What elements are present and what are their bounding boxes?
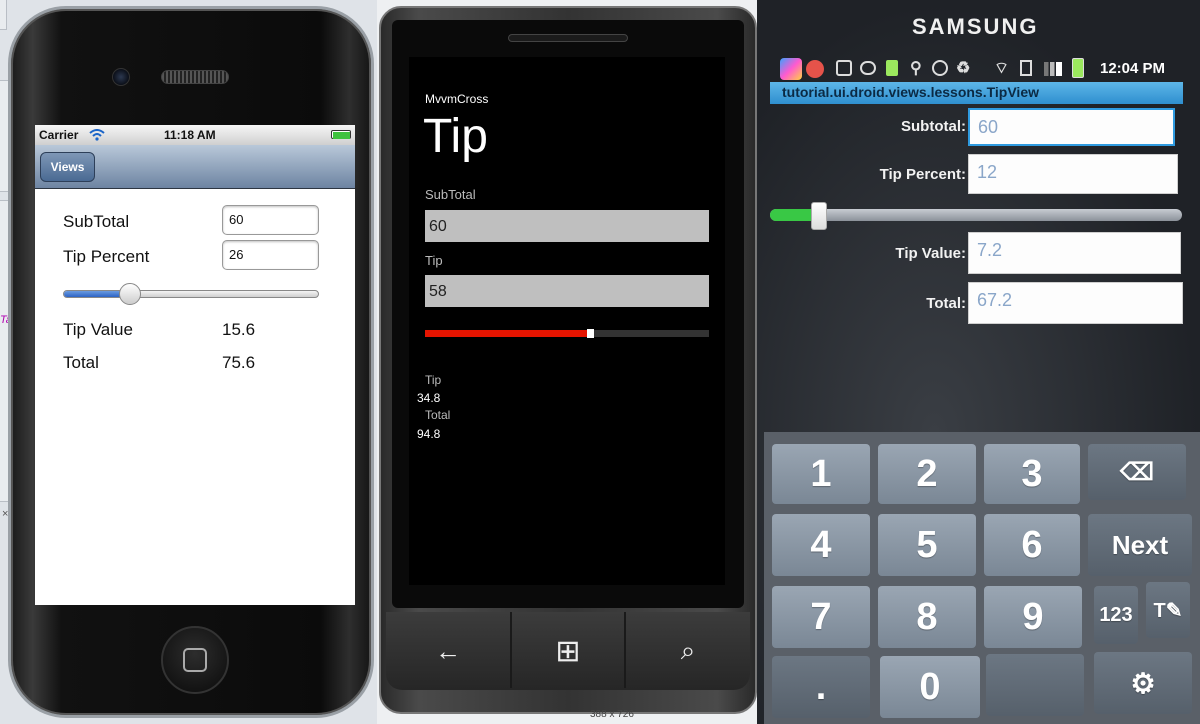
slider-thumb[interactable] xyxy=(586,329,594,338)
next-button[interactable]: Next xyxy=(1088,514,1192,576)
key-1[interactable]: 1 xyxy=(772,444,870,504)
back-arrow-icon[interactable]: ← xyxy=(386,612,510,690)
key-6[interactable]: 6 xyxy=(984,514,1080,576)
speaker-grille xyxy=(161,70,229,84)
status-time: 12:04 PM xyxy=(1100,60,1166,77)
backspace-icon[interactable]: ⌫ xyxy=(1088,444,1186,500)
earpiece xyxy=(508,34,628,42)
ios-screen: Carrier 11:18 AM Views SubTotal 60 Tip P… xyxy=(35,125,355,605)
settings-gear-icon[interactable]: ⚙ xyxy=(1094,652,1192,714)
battery-icon xyxy=(1072,58,1084,78)
wifi-icon: ⌔ xyxy=(994,60,1010,77)
emulator-size-text: 388 x 726 xyxy=(590,709,634,720)
chat-icon xyxy=(860,61,876,75)
slider-fill xyxy=(425,330,590,337)
subtotal-label: SubTotal xyxy=(63,212,130,231)
tip-percent-label: Tip Percent xyxy=(63,247,150,266)
key-9[interactable]: 9 xyxy=(984,586,1082,648)
tip-percent-slider[interactable] xyxy=(770,209,1182,221)
app-name: MvvmCross xyxy=(425,92,489,106)
key-blank[interactable] xyxy=(986,654,1084,716)
notification-icon xyxy=(806,60,824,78)
wifi-icon xyxy=(89,129,105,141)
tip-value-field[interactable]: 7.2 xyxy=(968,232,1181,274)
key-5[interactable]: 5 xyxy=(878,514,976,576)
tip-input[interactable]: 58 xyxy=(425,275,709,307)
slider-thumb[interactable] xyxy=(118,283,141,305)
sync-icon xyxy=(932,60,948,76)
key-0[interactable]: 0 xyxy=(880,656,980,718)
tip-percent-slider[interactable] xyxy=(63,290,319,298)
ios-navigation-bar: Views xyxy=(35,145,355,189)
subtotal-input[interactable]: 60 xyxy=(222,205,319,235)
carrier-label: Carrier xyxy=(39,128,79,142)
total-label: Total xyxy=(63,353,99,372)
key-7[interactable]: 7 xyxy=(772,586,870,648)
tip-slider[interactable] xyxy=(425,330,709,337)
tip-value-label: Tip Value xyxy=(63,320,133,339)
numeric-keypad: 1 2 3 ⌫ 4 5 6 Next 7 8 9 123 T✎ . 0 ⚙ xyxy=(764,432,1200,724)
tip-value: 15.6 xyxy=(222,320,256,339)
subtotal-input[interactable]: 60 xyxy=(968,108,1175,146)
key-dot[interactable]: . xyxy=(772,656,870,718)
subtotal-input[interactable]: 60 xyxy=(425,210,709,242)
android-icon xyxy=(886,60,898,76)
text-tool-icon[interactable]: T✎ xyxy=(1146,582,1190,638)
android-status-bar: ⚲ ♻ ⌔ 12:04 PM xyxy=(780,56,1195,84)
recycle-icon: ♻ xyxy=(956,60,971,77)
result-total-value: 94.8 xyxy=(417,427,441,441)
key-4[interactable]: 4 xyxy=(772,514,870,576)
signal-icon xyxy=(1044,62,1062,76)
total-label: Total: xyxy=(926,295,966,312)
tip-percent-input[interactable]: 26 xyxy=(222,240,319,270)
activity-title-bar: tutorial.ui.droid.views.lessons.TipView xyxy=(770,82,1183,104)
total-field[interactable]: 67.2 xyxy=(968,282,1183,324)
result-tip-label: Tip xyxy=(425,373,442,387)
result-total-label: Total xyxy=(425,408,451,422)
views-back-button[interactable]: Views xyxy=(40,152,95,182)
camera-icon xyxy=(112,68,130,86)
window-fragment xyxy=(0,0,7,30)
home-button-icon xyxy=(183,648,207,672)
wp-screen: MvvmCross Tip SubTotal 60 Tip 58 Tip 34.… xyxy=(409,57,725,585)
wp-hardware-buttons: ← ⊞ ⌕ xyxy=(386,612,750,690)
tip-percent-input[interactable]: 12 xyxy=(968,154,1178,194)
key-3[interactable]: 3 xyxy=(984,444,1080,504)
slider-thumb[interactable] xyxy=(811,202,828,230)
status-time: 11:18 AM xyxy=(164,128,216,142)
app-notification-icon xyxy=(780,58,802,80)
key-2[interactable]: 2 xyxy=(878,444,976,504)
search-icon[interactable]: ⌕ xyxy=(626,612,750,690)
sim-icon xyxy=(1020,60,1032,76)
subtotal-label: Subtotal: xyxy=(901,118,966,135)
usb-icon: ⚲ xyxy=(910,60,922,77)
subtotal-label: SubTotal xyxy=(425,187,476,202)
battery-icon xyxy=(331,130,351,139)
windows-start-icon[interactable]: ⊞ xyxy=(512,612,624,690)
activity-title: tutorial.ui.droid.views.lessons.TipView xyxy=(782,84,1039,100)
tip-label: Tip xyxy=(425,253,443,268)
samsung-logo: SAMSUNG xyxy=(912,14,1039,39)
tip-value-label: Tip Value: xyxy=(895,245,966,262)
clipboard-icon xyxy=(836,60,852,76)
result-tip-value: 34.8 xyxy=(417,391,441,405)
symbols-key[interactable]: 123 xyxy=(1094,586,1138,644)
total-value: 75.6 xyxy=(222,353,256,372)
key-8[interactable]: 8 xyxy=(878,586,976,648)
ios-status-bar: Carrier 11:18 AM xyxy=(35,125,355,145)
page-title: Tip xyxy=(423,110,488,163)
tip-percent-label: Tip Percent: xyxy=(879,166,966,183)
